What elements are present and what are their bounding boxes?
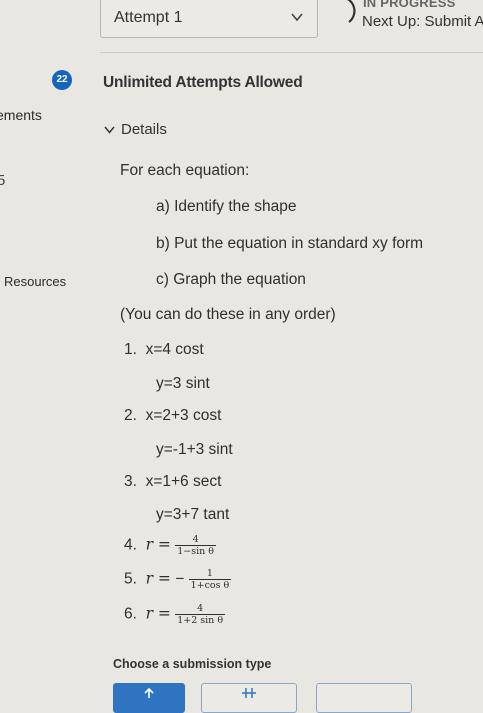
progress-ring-icon <box>347 0 356 23</box>
attempt-select[interactable]: Attempt 1 <box>100 0 318 38</box>
item-2-y: y=-1+3 sint <box>156 441 233 458</box>
step-c: c) Graph the equation <box>156 271 306 288</box>
header-divider <box>100 52 483 53</box>
polar-eq-6: 6. r = 4 1+2 sin θ <box>124 603 226 626</box>
submission-type-label: Choose a submission type <box>113 657 272 671</box>
question-number-badge: 22 <box>52 70 72 90</box>
item-1-y: y=3 sint <box>156 375 210 392</box>
details-label: Details <box>121 121 167 138</box>
sidebar-item-resources[interactable]: Resources <box>4 274 66 289</box>
attempts-note: Unlimited Attempts Allowed <box>103 74 303 91</box>
arrow-up-icon <box>144 687 154 698</box>
details-toggle[interactable]: Details <box>104 121 167 138</box>
attempt-label: Attempt 1 <box>114 9 183 26</box>
grid-icon <box>242 688 256 698</box>
item-3-y: y=3+7 tant <box>156 506 230 523</box>
intro-text: For each equation: <box>120 162 250 179</box>
status-text: IN PROGRESS <box>363 0 456 10</box>
next-up-link[interactable]: Next Up: Submit A <box>362 13 483 30</box>
step-a: a) Identify the shape <box>156 198 297 215</box>
sidebar-item-elements[interactable]: ements <box>0 107 42 123</box>
item-1-x: 1. x=4 cost <box>124 341 204 358</box>
text-entry-submission-button[interactable] <box>201 683 297 713</box>
chevron-down-icon <box>291 13 303 22</box>
sidebar-item-number[interactable]: 5 <box>0 172 5 189</box>
polar-eq-4: 4. r = 4 1−sin θ <box>124 534 216 557</box>
item-3-x: 3. x=1+6 sect <box>124 473 222 490</box>
chevron-down-icon <box>104 126 115 134</box>
order-note: (You can do these in any order) <box>120 306 336 323</box>
upload-submission-button[interactable] <box>113 683 185 713</box>
polar-eq-5: 5. r = − 1 1+cos θ <box>124 568 232 591</box>
item-2-x: 2. x=2+3 cost <box>124 407 222 424</box>
other-submission-button[interactable] <box>316 683 412 713</box>
step-b: b) Put the equation in standard xy form <box>156 235 424 252</box>
